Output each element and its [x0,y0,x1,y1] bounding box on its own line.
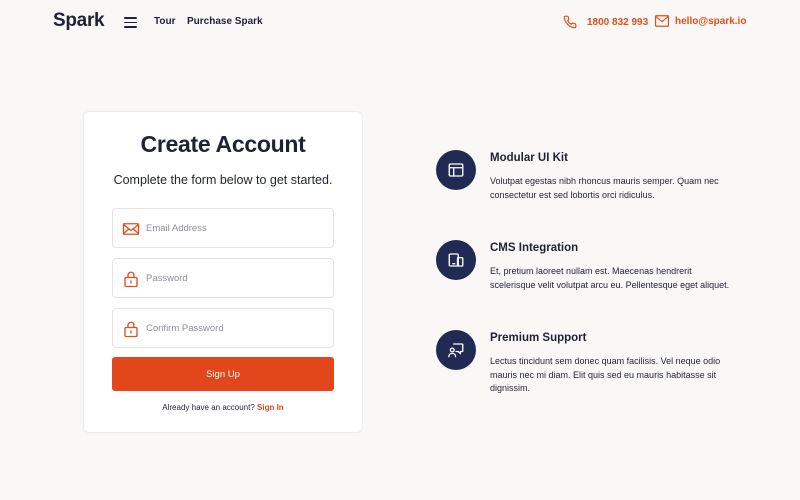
sign-in-link[interactable]: Sign In [257,403,284,412]
email-link[interactable]: hello@spark.io [655,15,746,27]
nav-link-tour[interactable]: Tour [154,16,175,27]
password-field[interactable] [112,258,334,298]
email-address: hello@spark.io [675,15,747,27]
confirm-password-field[interactable] [112,308,334,348]
hamburger-menu-icon[interactable] [124,17,137,28]
site-header: Spark Tour Purchase Spark 1800 832 993 h… [0,0,800,44]
feature-icon-circle [436,240,476,280]
phone-number: 1800 832 993 [587,16,649,28]
form-subtitle: Complete the form below to get started. [113,173,333,187]
lock-icon [124,321,138,338]
email-field[interactable] [112,208,334,248]
support-chat-icon [448,343,464,358]
feature-title: CMS Integration [490,242,579,254]
form-title: Create Account [140,131,306,157]
feature-description: Lectus tincidunt sem donec quam facilisi… [490,356,721,393]
lock-icon [124,271,138,288]
password-input[interactable] [146,259,331,297]
nav-link-purchase[interactable]: Purchase Spark [187,16,263,27]
confirm-password-input[interactable] [146,309,331,347]
phone-icon [563,15,577,29]
phone-link[interactable]: 1800 832 993 [563,15,648,29]
feature-title: Modular UI Kit [490,152,568,164]
feature-icon-circle [436,150,476,190]
email-input[interactable] [146,209,331,247]
sign-up-button[interactable]: Sign Up [112,357,334,391]
logo[interactable]: Spark [53,10,105,32]
devices-icon [448,253,464,267]
feature-description: Et, pretium laoreet nullam est. Maecenas… [490,266,730,290]
signin-prompt-text: Already have an account? [162,403,255,412]
feature-icon-circle [436,330,476,370]
mail-icon [655,15,669,27]
feature-title: Premium Support [490,332,587,344]
signin-prompt-row: Already have an account? Sign In [83,403,363,412]
mail-icon [122,223,140,235]
feature-description: Volutpat egestas nibh rhoncus mauris sem… [490,176,719,200]
browser-window-icon [448,163,464,177]
